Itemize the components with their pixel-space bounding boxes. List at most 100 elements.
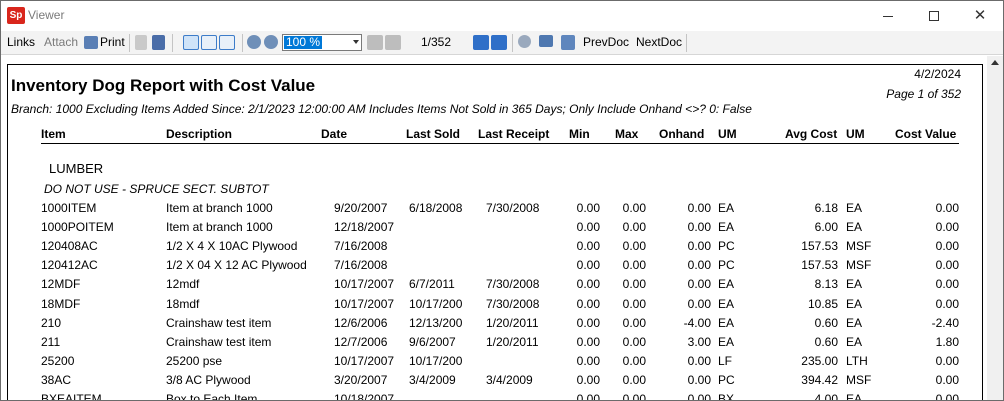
- cell-date: 10/17/2007: [334, 297, 395, 311]
- cell-desc: Crainshaw test item: [166, 335, 272, 349]
- cell-desc: 3/8 AC Plywood: [166, 373, 251, 387]
- scroll-up-icon[interactable]: [991, 60, 999, 65]
- zoom-select[interactable]: 100 %: [282, 34, 362, 51]
- cell-desc: Item at branch 1000: [166, 201, 273, 215]
- next-doc-button[interactable]: NextDoc: [636, 34, 682, 51]
- cell-um: BX: [718, 392, 735, 401]
- cell-desc: 18mdf: [166, 297, 200, 311]
- export-icon[interactable]: [539, 35, 553, 47]
- window-title: Viewer: [28, 8, 65, 22]
- multi-page-icon[interactable]: [219, 35, 235, 50]
- cell-last-receipt: 7/30/2008: [486, 297, 540, 311]
- cell-date: 3/20/2007: [334, 373, 388, 387]
- cell-max: 0.00: [622, 258, 646, 272]
- cell-um2: EA: [846, 316, 863, 330]
- report-page-number: Page 1 of 352: [886, 87, 961, 101]
- cell-avg-cost: 6.00: [814, 220, 838, 234]
- header-divider: [41, 143, 959, 144]
- cell-max: 0.00: [622, 335, 646, 349]
- refresh-icon[interactable]: [518, 35, 531, 48]
- single-page-icon[interactable]: [183, 35, 199, 50]
- cell-avg-cost: 235.00: [801, 354, 838, 368]
- column-header-um: UM: [718, 127, 737, 141]
- cell-onhand: 0.00: [687, 354, 711, 368]
- cell-avg-cost: 10.85: [807, 297, 838, 311]
- cell-item: 210: [41, 316, 62, 330]
- column-header-cost-value: Cost Value: [895, 127, 957, 141]
- cell-onhand: 0.00: [687, 258, 711, 272]
- cell-max: 0.00: [622, 373, 646, 387]
- cell-um2: EA: [846, 220, 863, 234]
- page-indicator: 1/352: [421, 35, 452, 49]
- cell-item: 120412AC: [41, 258, 98, 272]
- cell-last-receipt: 1/20/2011: [486, 316, 539, 330]
- find-icon[interactable]: [152, 35, 165, 50]
- cell-avg-cost: 0.60: [814, 335, 838, 349]
- chevron-down-icon: [353, 40, 359, 44]
- cell-avg-cost: 157.53: [801, 239, 838, 253]
- column-header-last-receipt: Last Receipt: [478, 127, 550, 141]
- cell-item: 211: [41, 335, 61, 349]
- zoom-value: 100 %: [284, 35, 323, 49]
- cell-um: EA: [718, 335, 735, 349]
- cell-desc: 12mdf: [166, 277, 200, 291]
- document-icon[interactable]: [561, 35, 575, 50]
- cell-desc: 1/2 X 04 X 12 AC Plywood: [166, 258, 307, 272]
- cell-item: 1000ITEM: [41, 201, 97, 215]
- cell-item: 18MDF: [41, 297, 81, 311]
- maximize-icon: [929, 11, 939, 22]
- cell-max: 0.00: [622, 201, 646, 215]
- cell-desc: Item at branch 1000: [166, 220, 273, 234]
- cell-um: LF: [718, 354, 733, 368]
- maximize-button[interactable]: [911, 1, 957, 31]
- cell-cost-value: 0.00: [935, 354, 959, 368]
- first-page-icon[interactable]: [367, 35, 383, 50]
- cell-date: 7/16/2008: [334, 258, 388, 272]
- group-heading: LUMBER: [49, 161, 104, 176]
- column-header-description: Description: [166, 127, 233, 141]
- column-header-avg-cost: Avg Cost: [785, 127, 838, 141]
- cell-last-sold: 12/13/200: [409, 316, 463, 330]
- column-header-min: Min: [569, 127, 590, 141]
- zoom-out-icon[interactable]: [247, 35, 261, 49]
- cell-um: EA: [718, 297, 735, 311]
- prev-doc-button[interactable]: PrevDoc: [583, 34, 629, 51]
- cell-last-receipt: 3/4/2009: [486, 373, 533, 387]
- cell-cost-value: 0.00: [935, 297, 959, 311]
- cell-date: 10/18/2007: [334, 392, 395, 401]
- cell-item: 1000POITEM: [41, 220, 114, 234]
- cell-last-receipt: 1/20/2011: [486, 335, 539, 349]
- cell-last-sold: 6/7/2011: [409, 277, 455, 291]
- zoom-in-icon[interactable]: [264, 35, 278, 49]
- cell-um: EA: [718, 316, 735, 330]
- cell-cost-value: 0.00: [935, 392, 959, 401]
- cell-last-receipt: 7/30/2008: [486, 277, 540, 291]
- cell-cost-value: 0.00: [935, 258, 959, 272]
- links-button[interactable]: Links: [7, 34, 35, 51]
- column-header-last-sold: Last Sold: [406, 127, 461, 141]
- cell-desc: 25200 pse: [166, 354, 223, 368]
- cell-item: 38AC: [41, 373, 72, 387]
- cell-last-sold: 10/17/200: [409, 297, 463, 311]
- cell-cost-value: -2.40: [931, 316, 959, 330]
- copy-icon[interactable]: [135, 35, 147, 50]
- cell-onhand: 0.00: [687, 220, 711, 234]
- toolbar: Links Attach Print 100 % 1/352 PrevDoc N…: [1, 31, 1003, 55]
- close-button[interactable]: ✕: [957, 1, 1003, 31]
- cell-avg-cost: 6.18: [814, 201, 838, 215]
- vertical-scrollbar[interactable]: [987, 56, 1003, 400]
- cell-onhand: -4.00: [683, 316, 711, 330]
- minimize-button[interactable]: [865, 1, 911, 31]
- cell-item: BXEAITEM: [41, 392, 102, 401]
- two-page-icon[interactable]: [201, 35, 217, 50]
- previous-page-icon[interactable]: [385, 35, 401, 50]
- title-bar: Sp Viewer ✕: [1, 1, 1003, 31]
- cell-desc: Crainshaw test item: [166, 316, 272, 330]
- next-page-icon[interactable]: [473, 35, 489, 50]
- last-page-icon[interactable]: [491, 35, 507, 50]
- print-button[interactable]: Print: [100, 34, 125, 51]
- cell-max: 0.00: [622, 297, 646, 311]
- cell-avg-cost: 0.60: [814, 316, 838, 330]
- attach-button[interactable]: Attach: [44, 34, 78, 51]
- cell-max: 0.00: [622, 392, 646, 401]
